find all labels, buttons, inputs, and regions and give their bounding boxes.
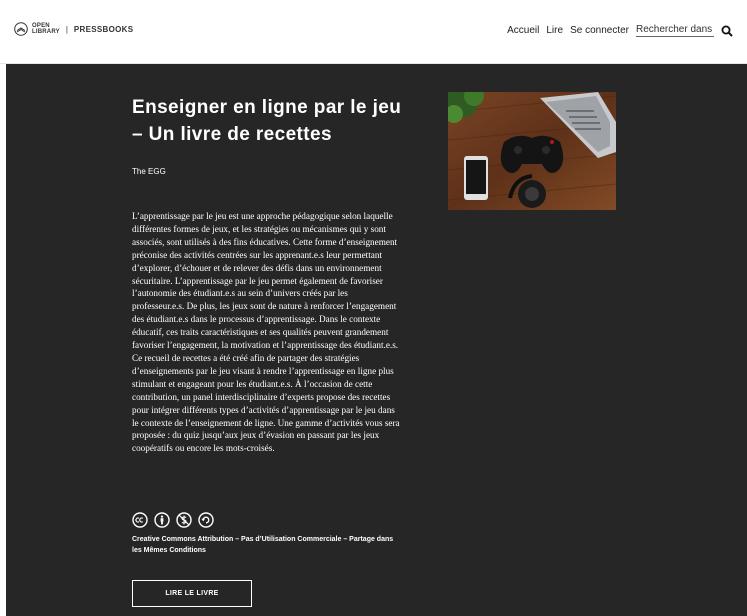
book-title: Enseigner en ligne par le jeu – Un livre… <box>132 97 402 145</box>
license-icons <box>132 512 214 528</box>
read-book-button[interactable]: LIRE LE LIVRE <box>132 580 252 607</box>
open-library-logo-icon <box>14 22 28 36</box>
search-icon[interactable] <box>721 25 733 37</box>
site-logo[interactable]: OPEN LIBRARY | PRESSBOOKS <box>14 22 133 36</box>
cc-icon <box>132 512 148 528</box>
sharealike-icon <box>198 512 214 528</box>
page: OPEN LIBRARY | PRESSBOOKS Accueil Lire S… <box>0 0 747 616</box>
logo-separator: | <box>65 24 68 34</box>
nav-link-se-connecter[interactable]: Se connecter <box>570 25 629 36</box>
book-description: L’apprentissage par le jeu est une appro… <box>132 211 400 454</box>
top-nav: Accueil Lire Se connecter <box>507 24 733 37</box>
logo-line-library: LIBRARY <box>32 29 60 35</box>
cover-photo-illustration <box>448 92 616 210</box>
book-cover-image <box>448 92 616 210</box>
search-input[interactable] <box>636 24 714 37</box>
license-text: Creative Commons Attribution – Pas d’Uti… <box>132 536 394 554</box>
nav-link-accueil[interactable]: Accueil <box>507 25 539 36</box>
logo-wordmark: OPEN LIBRARY <box>32 23 60 35</box>
noncommercial-icon <box>176 512 192 528</box>
site-header: OPEN LIBRARY | PRESSBOOKS Accueil Lire S… <box>0 0 747 64</box>
book-hero: Enseigner en ligne par le jeu – Un livre… <box>6 64 747 616</box>
book-author: The EGG <box>132 167 166 176</box>
attribution-icon <box>154 512 170 528</box>
nav-link-lire[interactable]: Lire <box>546 25 563 36</box>
smartphone-icon <box>464 156 488 200</box>
logo-pressbooks: PRESSBOOKS <box>73 24 134 34</box>
